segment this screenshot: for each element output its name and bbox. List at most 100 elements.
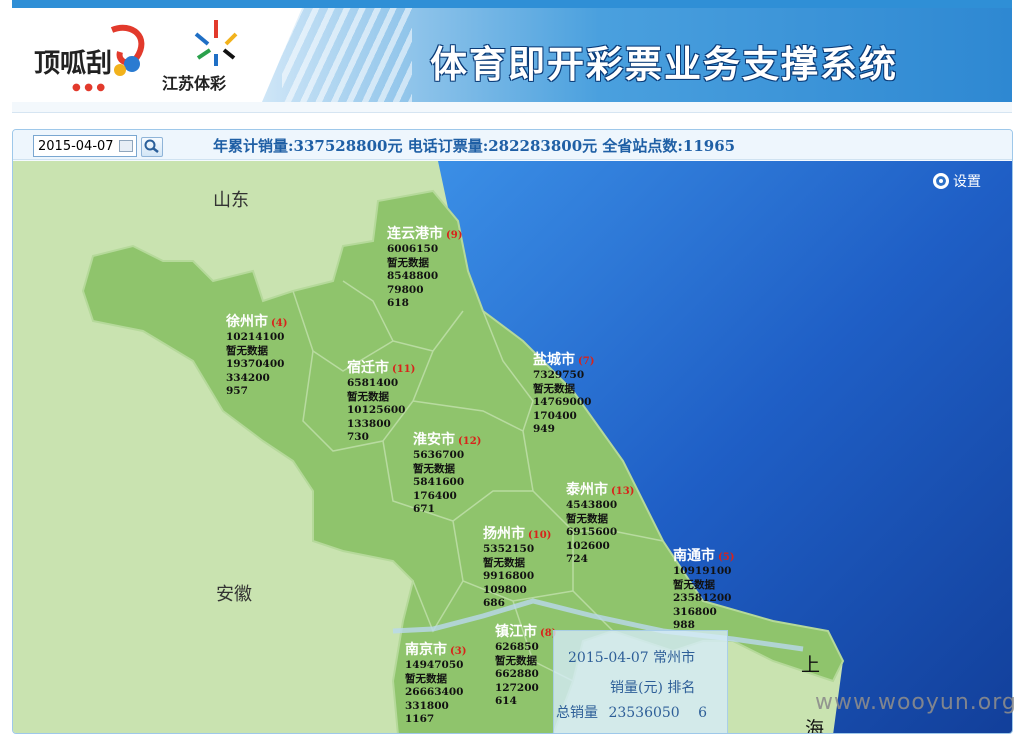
city-value: 5352150 [483, 543, 535, 555]
city-value: 暂无数据 [533, 382, 575, 395]
city-nanjing[interactable]: 南京市 (3) 14947050 暂无数据 26663400 331800 116… [405, 639, 466, 727]
city-value: 暂无数据 [483, 556, 525, 569]
search-icon [144, 139, 159, 153]
toolbar: 年累计销量:337528800元 电话订票量:282283800元 全省站点数:… [13, 130, 1012, 160]
search-button[interactable] [141, 137, 163, 157]
province-label-shanghai-2: 海 [805, 718, 825, 734]
city-value: 331800 [405, 699, 449, 712]
tooltip-title: 2015-04-07 常州市 [568, 650, 696, 666]
watermark: www.wooyun.org [815, 690, 1017, 715]
city-yancheng[interactable]: 盐城市 (7) 7329750 暂无数据 14769000 170400 949 [533, 349, 594, 437]
province-label-shandong: 山东 [213, 190, 249, 211]
city-rank: (10) [528, 530, 552, 541]
city-value: 10214100 [226, 331, 285, 343]
tooltip-row: 总销量 23536050 6 [556, 702, 707, 722]
city-value: 686 [483, 597, 505, 609]
city-value: 6006150 [387, 243, 439, 255]
city-name: 南京市 [405, 642, 447, 658]
city-value: 7329750 [533, 369, 585, 381]
city-value: 6915600 [566, 526, 618, 538]
city-value: 暂无数据 [226, 344, 268, 357]
city-value: 626850 [495, 641, 539, 653]
city-value: 662880 [495, 668, 539, 680]
city-rank: (5) [718, 552, 735, 563]
system-title: 体育即开彩票业务支撑系统 [430, 43, 898, 86]
settings-button[interactable]: 设置 [933, 171, 981, 191]
logo-text: 顶呱刮 [34, 49, 112, 79]
city-value: 10125600 [347, 404, 406, 416]
province-label-anhui: 安徽 [216, 584, 252, 605]
city-value: 730 [347, 431, 369, 443]
city-value: 109800 [483, 583, 527, 596]
city-value: 618 [387, 297, 409, 309]
city-name: 盐城市 [533, 352, 575, 368]
svg-text:● ● ●: ● ● ● [72, 82, 105, 93]
city-name: 镇江市 [495, 624, 537, 640]
city-value: 957 [226, 385, 248, 397]
city-zhenjiang[interactable]: 镇江市 (8) 626850 暂无数据 662880 127200 614 [495, 621, 556, 709]
brand-name: 江苏体彩 [162, 74, 227, 93]
city-huaian[interactable]: 淮安市 (12) 5636700 暂无数据 5841600 176400 671 [413, 429, 481, 517]
city-value: 1167 [405, 713, 435, 725]
city-value: 暂无数据 [673, 578, 715, 591]
city-value: 10919100 [673, 565, 732, 577]
city-value: 23581200 [673, 592, 732, 604]
city-value: 5841600 [413, 476, 465, 488]
banner-top-strip [12, 0, 1012, 8]
city-value: 127200 [495, 681, 539, 694]
main-panel: 年累计销量:337528800元 电话订票量:282283800元 全省站点数:… [12, 129, 1013, 734]
city-rank: (9) [446, 230, 463, 241]
city-name: 南通市 [673, 548, 715, 564]
jiangsu-map: 设置 山东 安徽 上 海 连云港市 (9) 6006150 暂无数据 854880… [13, 161, 1012, 734]
city-lianyungang[interactable]: 连云港市 (9) 6006150 暂无数据 8548800 79800 618 [387, 223, 462, 311]
city-value: 暂无数据 [566, 512, 608, 525]
banner-stripes [282, 8, 412, 102]
city-value: 724 [566, 553, 588, 565]
city-rank: (13) [611, 486, 635, 497]
dingguagua-logo: 顶呱刮 ● ● ● [34, 24, 145, 93]
tooltip-row-value: 23536050 [608, 705, 680, 721]
city-value: 暂无数据 [413, 462, 455, 475]
city-value: 9916800 [483, 570, 535, 582]
city-value: 334200 [226, 371, 270, 384]
city-name: 宿迁市 [347, 360, 389, 376]
city-value: 316800 [673, 605, 717, 618]
gear-icon [933, 173, 949, 189]
city-value: 暂无数据 [387, 256, 429, 269]
city-yangzhou[interactable]: 扬州市 (10) 5352150 暂无数据 9916800 109800 686 [483, 523, 551, 611]
sales-summary: 年累计销量:337528800元 电话订票量:282283800元 全省站点数:… [213, 137, 736, 155]
city-value: 133800 [347, 417, 391, 430]
city-rank: (3) [450, 646, 467, 657]
city-rank: (12) [458, 436, 482, 447]
city-rank: (7) [578, 356, 595, 367]
city-name: 徐州市 [226, 314, 268, 330]
city-value: 暂无数据 [405, 672, 447, 685]
city-nantong[interactable]: 南通市 (5) 10919100 暂无数据 23581200 316800 988 [673, 545, 734, 633]
city-value: 671 [413, 503, 435, 515]
calendar-icon[interactable] [119, 140, 133, 152]
tooltip-header: 销量(元) 排名 [610, 680, 696, 696]
city-name: 连云港市 [387, 226, 443, 242]
city-value: 949 [533, 423, 555, 435]
city-suqian[interactable]: 宿迁市 (11) 6581400 暂无数据 10125600 133800 730 [347, 357, 415, 445]
city-name: 淮安市 [413, 432, 455, 448]
city-value: 5636700 [413, 449, 465, 461]
banner-bottom-strip [12, 102, 1012, 112]
city-name: 扬州市 [483, 526, 525, 542]
city-value: 79800 [387, 283, 424, 296]
city-value: 暂无数据 [347, 390, 389, 403]
header-banner: 顶呱刮 ● ● ● 江苏体彩 体育即开彩票业务支撑系统 [12, 0, 1012, 113]
city-xuzhou[interactable]: 徐州市 (4) 10214100 暂无数据 19370400 334200 957 [226, 311, 287, 399]
city-value: 14947050 [405, 659, 464, 671]
city-value: 4543800 [566, 499, 618, 511]
city-value: 176400 [413, 489, 457, 502]
city-rank: (4) [271, 318, 288, 329]
city-value: 6581400 [347, 377, 399, 389]
city-value: 14769000 [533, 396, 592, 408]
city-taizhou[interactable]: 泰州市 (13) 4543800 暂无数据 6915600 102600 724 [566, 479, 634, 567]
settings-label: 设置 [953, 174, 981, 190]
city-value: 暂无数据 [495, 654, 537, 667]
city-value: 102600 [566, 539, 610, 552]
city-value: 8548800 [387, 270, 439, 282]
city-value: 614 [495, 695, 517, 707]
